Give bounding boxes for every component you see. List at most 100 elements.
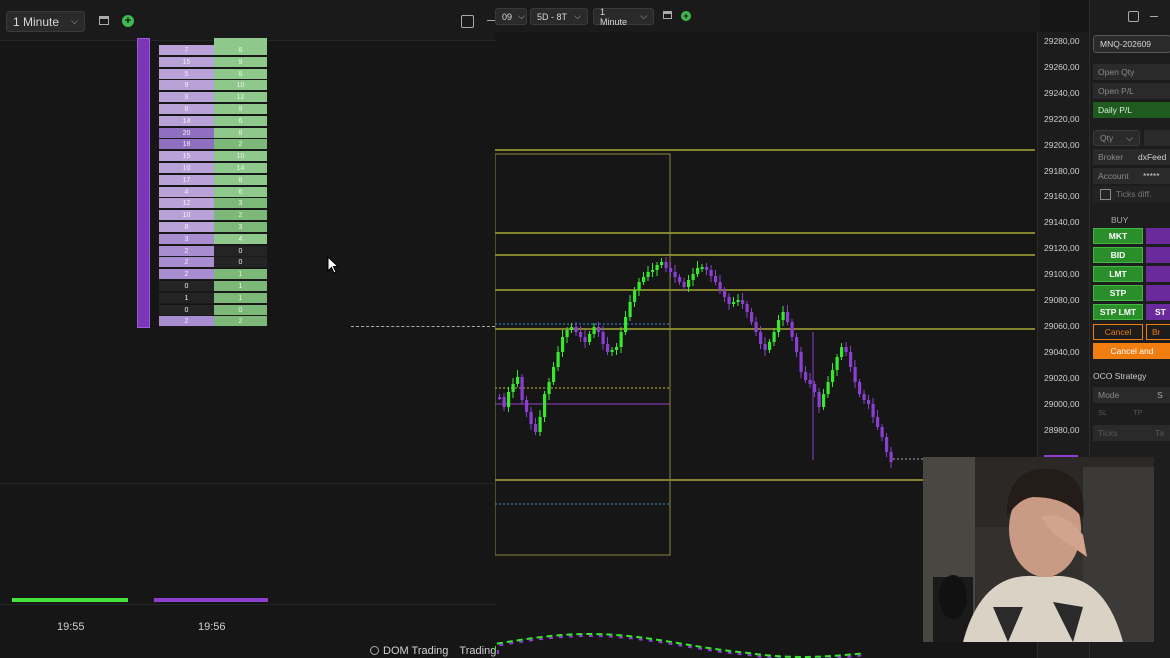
candle-body <box>763 344 767 350</box>
candle-body <box>547 382 551 394</box>
price-axis-label: 28980,00 <box>1044 424 1080 435</box>
range-select[interactable]: 5D - 8T ⌵ <box>530 8 588 25</box>
bid-volume-cell[interactable]: 15 <box>159 56 214 68</box>
oco-mode-select[interactable]: Mode S <box>1093 387 1170 403</box>
ask-volume-cell[interactable]: 2 <box>214 139 267 151</box>
ask-volume-cell[interactable]: 3 <box>214 198 267 210</box>
bid-volume-cell[interactable]: 12 <box>159 198 214 210</box>
breakeven-button[interactable]: Br <box>1146 324 1170 340</box>
buy-mkt-button[interactable]: MKT <box>1093 228 1143 244</box>
bid-volume-cell[interactable]: 9 <box>159 92 214 104</box>
sell-mkt-button[interactable] <box>1146 228 1170 244</box>
ask-volume-cell[interactable]: 0 <box>214 257 267 269</box>
bid-volume-cell[interactable]: 18 <box>159 139 214 151</box>
buy-stp-lmt-button[interactable]: STP LMT <box>1093 304 1143 320</box>
bid-volume-cell[interactable]: 0 <box>159 281 214 292</box>
bid-volume-cell[interactable]: 10 <box>159 163 214 174</box>
bid-volume-cell[interactable]: 10 <box>159 210 214 222</box>
bid-volume-cell[interactable]: 5 <box>159 68 214 80</box>
candle-body <box>853 367 857 382</box>
dom-trading-radio[interactable] <box>370 646 379 655</box>
oco-mode-value: S <box>1157 390 1163 400</box>
time-label-2: 19:56 <box>198 621 226 633</box>
cancel-button[interactable]: Cancel <box>1093 324 1143 340</box>
sell-stp-lmt-button[interactable]: ST <box>1146 304 1170 320</box>
template-icon[interactable] <box>663 11 672 19</box>
sell-ask-button[interactable] <box>1146 247 1170 263</box>
ask-volume-cell[interactable]: 9 <box>214 104 267 115</box>
broker-field[interactable]: Broker dxFeed <box>1093 149 1170 165</box>
bid-volume-cell[interactable]: 7 <box>159 45 214 56</box>
bid-volume-cell[interactable]: 3 <box>159 233 214 245</box>
candle-body <box>637 282 641 290</box>
maximize-icon[interactable] <box>461 15 474 28</box>
bid-volume-cell[interactable]: 8 <box>159 104 214 115</box>
sell-lmt-button[interactable] <box>1146 266 1170 282</box>
bid-volume-cell[interactable]: 2 <box>159 316 214 328</box>
buy-stp-button[interactable]: STP <box>1093 285 1143 301</box>
cancel-and-flatten-button[interactable]: Cancel and <box>1093 343 1170 359</box>
minimize-icon[interactable] <box>1150 16 1158 17</box>
ticks-diff-row[interactable]: Ticks diff. <box>1093 186 1170 202</box>
add-indicator-icon[interactable]: + <box>122 15 134 27</box>
buy-bid-button[interactable]: BID <box>1093 247 1143 263</box>
bid-volume-cell[interactable]: 15 <box>159 151 214 163</box>
bid-volume-cell[interactable]: 4 <box>159 186 214 198</box>
ask-volume-cell[interactable]: 10 <box>214 80 267 92</box>
qty-input[interactable]: Qty ⌵ <box>1093 130 1140 146</box>
ask-volume-cell[interactable]: 10 <box>214 151 267 163</box>
qty-stepper[interactable] <box>1144 130 1170 146</box>
ask-volume-cell[interactable]: 6 <box>214 68 267 80</box>
ask-volume-cell[interactable]: 14 <box>214 163 267 174</box>
ask-volume-cell[interactable]: 8 <box>214 174 267 186</box>
candle-body <box>610 350 614 352</box>
time-label-1: 19:55 <box>57 621 85 633</box>
ask-volume-cell[interactable]: 2 <box>214 210 267 222</box>
tab-dom-trading[interactable]: DOM Trading <box>383 645 448 657</box>
bid-volume-cell[interactable]: 17 <box>159 174 214 186</box>
chevron-down-icon: ⌵ <box>574 11 581 21</box>
candle-body <box>556 352 560 367</box>
bid-volume-cell[interactable]: 0 <box>159 304 214 316</box>
account-field[interactable]: Account ***** <box>1093 168 1170 184</box>
bid-volume-cell[interactable]: 8 <box>159 222 214 233</box>
ask-volume-cell[interactable]: 2 <box>214 316 267 328</box>
ask-volume-cell[interactable]: 4 <box>214 233 267 245</box>
ask-volume-cell[interactable]: 0 <box>214 245 267 257</box>
ask-volume-cell[interactable]: 1 <box>214 292 267 304</box>
chart-timeframe-select[interactable]: 1 Minute ⌵ <box>593 7 654 27</box>
ask-volume-cell[interactable]: 1 <box>214 281 267 292</box>
minimize-icon[interactable] <box>487 20 495 21</box>
ask-volume-cell[interactable]: 9 <box>214 56 267 68</box>
ticks-row[interactable]: Ticks Ta <box>1093 425 1170 441</box>
ticks-diff-checkbox[interactable] <box>1100 189 1111 201</box>
bid-volume-cell[interactable]: 14 <box>159 115 214 127</box>
sell-stp-button[interactable] <box>1146 285 1170 301</box>
timeframe-select[interactable]: 1 Minute ⌵ <box>6 11 85 32</box>
bid-volume-cell[interactable]: 2 <box>159 257 214 269</box>
ask-volume-cell[interactable]: 0 <box>214 304 267 316</box>
ask-volume-cell[interactable]: 6 <box>214 115 267 127</box>
bid-volume-cell[interactable]: 9 <box>159 80 214 92</box>
ask-volume-cell[interactable]: 1 <box>214 269 267 281</box>
ask-volume-cell[interactable]: 6 <box>214 186 267 198</box>
oco-strategy-label: OCO Strategy <box>1093 371 1147 381</box>
buy-lmt-button[interactable]: LMT <box>1093 266 1143 282</box>
volume-bar-green <box>12 598 128 602</box>
ask-volume-cell[interactable]: 3 <box>214 222 267 233</box>
bid-volume-cell[interactable]: 20 <box>159 127 214 139</box>
bid-volume-cell[interactable]: 1 <box>159 292 214 304</box>
bid-volume-cell[interactable]: 2 <box>159 269 214 281</box>
template-icon[interactable] <box>97 14 110 27</box>
ask-volume-cell[interactable]: 12 <box>214 92 267 104</box>
candle-body <box>619 332 623 347</box>
tab-trading[interactable]: Trading <box>459 645 496 657</box>
maximize-icon[interactable] <box>1128 11 1139 22</box>
symbol-select[interactable]: 09 ⌵ <box>495 8 527 25</box>
ask-volume-cell[interactable]: 8 <box>214 127 267 139</box>
add-indicator-icon[interactable]: + <box>681 11 691 21</box>
bid-volume-cell[interactable]: 2 <box>159 245 214 257</box>
ask-volume-cell[interactable]: 6 <box>214 45 267 56</box>
contract-select[interactable]: MNQ-202609 <box>1093 35 1170 53</box>
candle-body <box>871 404 875 417</box>
